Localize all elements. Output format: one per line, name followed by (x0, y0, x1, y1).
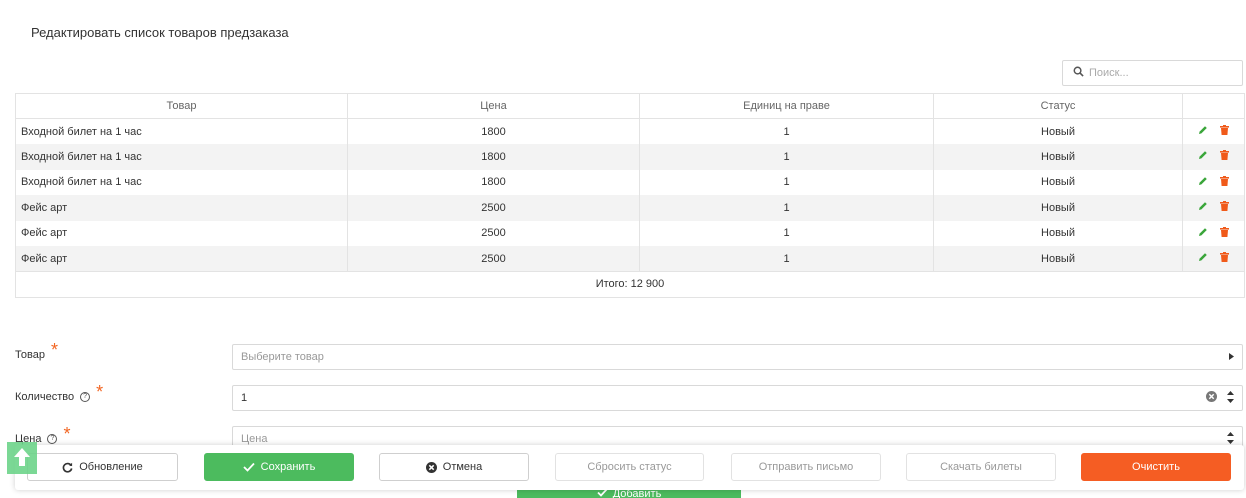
cancel-button-label: Отмена (442, 461, 483, 473)
page-title: Редактировать список товаров предзаказа (31, 25, 289, 40)
pencil-icon[interactable] (1198, 227, 1208, 240)
quantity-stepper[interactable]: 1 (232, 385, 1243, 411)
product-select[interactable]: Выберите товар (232, 344, 1243, 370)
total-row: Итого: 12 900 (15, 271, 1245, 298)
trash-icon[interactable] (1219, 226, 1229, 240)
help-icon[interactable]: ? (47, 433, 58, 444)
trash-icon[interactable] (1219, 252, 1229, 265)
cancel-button[interactable]: Отмена (379, 453, 529, 481)
cell-status: Новый (933, 195, 1183, 221)
preorder-items-table: Товар Цена Единиц на праве Статус Входно… (15, 93, 1245, 298)
pencil-icon[interactable] (1198, 252, 1208, 265)
cell-units: 1 (639, 246, 934, 272)
quantity-value[interactable]: 1 (241, 392, 247, 404)
cell-status: Новый (933, 246, 1183, 272)
cell-price: 2500 (347, 195, 640, 221)
cell-status: Новый (933, 169, 1183, 195)
total-label: Итого: 12 900 (15, 271, 1245, 298)
search-box[interactable] (1062, 60, 1243, 86)
refresh-button-label: Обновление (79, 461, 143, 473)
column-header-product[interactable]: Товар (15, 93, 348, 119)
table-row[interactable]: Входной билет на 1 час 1800 1 Новый (15, 144, 1245, 170)
pencil-icon[interactable] (1198, 176, 1208, 189)
table-row[interactable]: Входной билет на 1 час 1800 1 Новый (15, 118, 1245, 144)
help-icon[interactable]: ? (80, 391, 91, 402)
stepper-arrows-icon[interactable] (1227, 390, 1234, 407)
table-header-row: Товар Цена Единиц на праве Статус (15, 93, 1245, 119)
cell-status: Новый (933, 144, 1183, 170)
cell-price: 2500 (347, 246, 640, 272)
caret-right-icon (1229, 351, 1234, 363)
column-header-units[interactable]: Единиц на праве (639, 93, 934, 119)
search-icon (1073, 66, 1084, 80)
reset-status-button-label: Сбросить статус (587, 461, 672, 473)
check-icon (243, 462, 255, 472)
cell-product-name: Входной билет на 1 час (15, 118, 348, 144)
cell-product-name: Фейс арт (15, 220, 348, 246)
cell-units: 1 (639, 195, 934, 221)
save-button[interactable]: Сохранить (204, 453, 354, 481)
table-row[interactable]: Входной билет на 1 час 1800 1 Новый (15, 169, 1245, 195)
cell-status: Новый (933, 220, 1183, 246)
send-email-button-label: Отправить письмо (758, 461, 854, 473)
arrow-up-icon (13, 447, 31, 470)
pencil-icon[interactable] (1198, 150, 1208, 163)
column-header-actions (1182, 93, 1245, 119)
refresh-icon (62, 462, 73, 473)
cell-actions (1182, 118, 1245, 144)
price-placeholder: Цена (241, 433, 268, 445)
cell-units: 1 (639, 118, 934, 144)
cell-price: 1800 (347, 118, 640, 144)
product-label: Товар * (15, 340, 58, 365)
cell-actions (1182, 144, 1245, 170)
cell-product-name: Входной билет на 1 час (15, 144, 348, 170)
product-select-placeholder: Выберите товар (241, 351, 324, 363)
table-row[interactable]: Фейс арт 2500 1 Новый (15, 195, 1245, 221)
cell-price: 2500 (347, 220, 640, 246)
refresh-button[interactable]: Обновление (27, 453, 178, 481)
cell-product-name: Фейс арт (15, 246, 348, 272)
trash-icon[interactable] (1219, 201, 1229, 214)
cell-units: 1 (639, 169, 934, 195)
cell-actions (1182, 246, 1245, 272)
reset-status-button[interactable]: Сбросить статус (555, 453, 704, 481)
scroll-up-button[interactable] (7, 442, 37, 474)
search-input[interactable] (1089, 67, 1229, 79)
required-asterisk: * (63, 424, 71, 444)
pencil-icon[interactable] (1198, 201, 1208, 214)
quantity-label-text: Количество (15, 390, 75, 403)
table-row[interactable]: Фейс арт 2500 1 Новый (15, 246, 1245, 272)
download-tickets-button[interactable]: Скачать билеты (906, 453, 1056, 481)
send-email-button[interactable]: Отправить письмо (731, 453, 881, 481)
column-header-status[interactable]: Статус (933, 93, 1183, 119)
clear-button[interactable]: Очистить (1081, 453, 1231, 481)
table-row[interactable]: Фейс арт 2500 1 Новый (15, 220, 1245, 246)
clear-button-label: Очистить (1132, 461, 1180, 473)
cell-units: 1 (639, 144, 934, 170)
download-tickets-button-label: Скачать билеты (940, 461, 1022, 473)
trash-icon[interactable] (1219, 150, 1229, 163)
cell-status: Новый (933, 118, 1183, 144)
clear-icon[interactable] (1206, 391, 1217, 405)
cell-units: 1 (639, 220, 934, 246)
pencil-icon[interactable] (1198, 125, 1208, 138)
cell-actions (1182, 220, 1245, 246)
product-label-text: Товар (15, 348, 45, 361)
save-button-label: Сохранить (260, 461, 316, 473)
quantity-label: Количество ? * (15, 382, 103, 407)
trash-icon[interactable] (1219, 175, 1229, 189)
action-toolbar: Обновление Сохранить Отмена Сбросить ста… (15, 445, 1244, 490)
cell-actions (1182, 169, 1245, 195)
trash-icon[interactable] (1219, 125, 1229, 138)
required-asterisk: * (96, 382, 104, 402)
cell-price: 1800 (347, 144, 640, 170)
cell-product-name: Фейс арт (15, 195, 348, 221)
cell-actions (1182, 195, 1245, 221)
required-asterisk: * (50, 340, 58, 360)
cell-price: 1800 (347, 169, 640, 195)
close-circle-icon (425, 461, 437, 473)
column-header-price[interactable]: Цена (347, 93, 640, 119)
cell-product-name: Входной билет на 1 час (15, 169, 348, 195)
